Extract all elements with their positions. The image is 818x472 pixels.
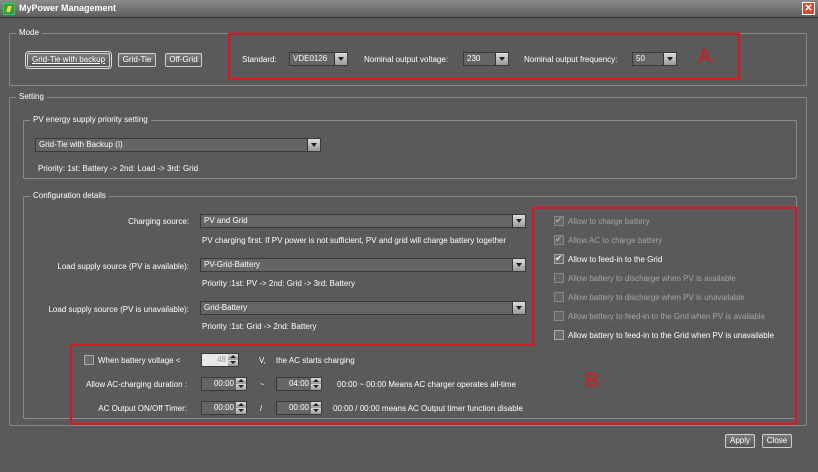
ac-timer-off-input[interactable]: 00:00 [276, 401, 322, 415]
battery-voltage-input[interactable]: 48 [201, 353, 239, 367]
permission-checkbox[interactable] [554, 273, 564, 283]
permission-checkbox-label: Allow battery to feed-in to the Grid whe… [568, 312, 765, 321]
permission-checkbox-label: Allow battery to feed-in to the Grid whe… [568, 331, 774, 340]
ac-timer-separator: / [260, 404, 263, 413]
spin-down-icon[interactable] [236, 408, 246, 414]
permission-checkbox[interactable] [554, 330, 564, 340]
permission-checkbox[interactable] [554, 292, 564, 302]
ac-duration-end-value: 04:00 [288, 379, 309, 388]
battery-voltage-suffix: the AC starts charging [276, 356, 355, 365]
permission-checkbox[interactable] [554, 215, 564, 226]
ac-duration-start-input[interactable]: 00:00 [201, 377, 247, 391]
battery-voltage-unit: V, [259, 356, 266, 365]
permission-checkbox[interactable] [554, 234, 564, 245]
spin-down-icon[interactable] [228, 360, 238, 366]
battery-voltage-label: When battery voltage < [98, 356, 181, 365]
ac-timer-on-value: 00:00 [213, 403, 234, 412]
spin-down-icon[interactable] [236, 384, 246, 390]
ac-duration-desc: 00:00 ~ 00:00 Means AC charger operates … [337, 380, 516, 389]
ac-timer-on-input[interactable]: 00:00 [201, 401, 247, 415]
ac-duration-end-input[interactable]: 04:00 [276, 377, 322, 391]
spin-down-icon[interactable] [311, 384, 321, 390]
ac-duration-label: Allow AC-charging duration : [86, 380, 187, 389]
apply-button[interactable]: Apply [725, 434, 755, 448]
annotation-box-b [70, 207, 797, 425]
permission-checkbox[interactable] [554, 253, 564, 264]
ac-duration-start-value: 00:00 [213, 379, 234, 388]
spin-down-icon[interactable] [311, 408, 321, 414]
battery-voltage-checkbox[interactable] [84, 355, 94, 365]
ac-duration-separator: ~ [260, 380, 265, 389]
permission-checkbox-label: Allow to charge battery [568, 217, 650, 226]
permission-checkbox[interactable] [554, 311, 564, 321]
close-button[interactable]: Close [762, 434, 792, 448]
battery-voltage-value: 48 [217, 355, 226, 364]
permission-checkbox-label: Allow AC to charge battery [568, 236, 663, 245]
permission-checkbox-label: Allow to feed-in to the Grid [568, 255, 663, 264]
annotation-b: B [585, 370, 599, 392]
permission-checkbox-label: Allow battery to discharge when PV is un… [568, 293, 745, 302]
permission-checkbox-label: Allow battery to discharge when PV is av… [568, 274, 736, 283]
ac-timer-desc: 00:00 / 00:00 means AC Output timer func… [333, 404, 523, 413]
ac-timer-label: AC Output ON/Off Timer: [98, 404, 187, 413]
ac-timer-off-value: 00:00 [288, 403, 309, 412]
